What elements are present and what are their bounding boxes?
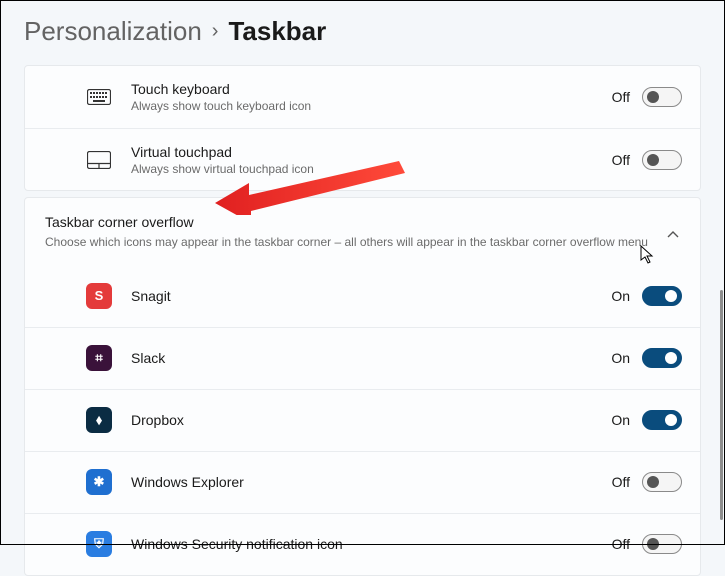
slack-icon: ⌗ xyxy=(86,345,112,371)
snagit-icon: S xyxy=(86,283,112,309)
keyboard-icon xyxy=(85,83,113,111)
app-label: Slack xyxy=(131,350,602,366)
toggle-windows-security[interactable] xyxy=(642,534,682,554)
section-title: Taskbar corner overflow xyxy=(45,214,652,230)
breadcrumb: Personalization › Taskbar xyxy=(24,16,701,47)
app-label: Windows Explorer xyxy=(131,474,602,490)
toggle-state-label: Off xyxy=(602,474,630,490)
bluetooth-icon: ✱ xyxy=(86,469,112,495)
row-subtitle: Always show touch keyboard icon xyxy=(131,99,602,113)
toggle-touch-keyboard[interactable] xyxy=(642,87,682,107)
toggle-virtual-touchpad[interactable] xyxy=(642,150,682,170)
row-app-slack[interactable]: ⌗ Slack On xyxy=(25,327,700,389)
scrollbar[interactable] xyxy=(720,290,723,520)
row-title: Virtual touchpad xyxy=(131,144,602,160)
app-label: Snagit xyxy=(131,288,602,304)
toggle-state-label: On xyxy=(602,350,630,366)
shield-icon: ⛨ xyxy=(86,531,112,557)
section-header-overflow[interactable]: Taskbar corner overflow Choose which ico… xyxy=(25,198,700,265)
app-label: Dropbox xyxy=(131,412,602,428)
dropbox-icon: ⬧ xyxy=(86,407,112,433)
taskbar-corner-overflow-panel: Taskbar corner overflow Choose which ico… xyxy=(24,197,701,576)
breadcrumb-parent[interactable]: Personalization xyxy=(24,16,202,47)
row-title: Touch keyboard xyxy=(131,81,602,97)
row-app-windows-security[interactable]: ⛨ Windows Security notification icon Off xyxy=(25,513,700,575)
chevron-right-icon: › xyxy=(212,20,219,43)
toggle-state-label: Off xyxy=(602,89,630,105)
taskbar-corner-icons-panel: Touch keyboard Always show touch keyboar… xyxy=(24,65,701,191)
toggle-state-label: On xyxy=(602,288,630,304)
toggle-snagit[interactable] xyxy=(642,286,682,306)
app-label: Windows Security notification icon xyxy=(131,536,602,552)
row-app-dropbox[interactable]: ⬧ Dropbox On xyxy=(25,389,700,451)
touchpad-icon xyxy=(85,146,113,174)
chevron-up-icon xyxy=(666,228,680,247)
row-touch-keyboard[interactable]: Touch keyboard Always show touch keyboar… xyxy=(25,66,700,128)
breadcrumb-current: Taskbar xyxy=(228,16,326,47)
toggle-slack[interactable] xyxy=(642,348,682,368)
toggle-state-label: On xyxy=(602,412,630,428)
toggle-windows-explorer[interactable] xyxy=(642,472,682,492)
row-subtitle: Always show virtual touchpad icon xyxy=(131,162,602,176)
row-app-windows-explorer[interactable]: ✱ Windows Explorer Off xyxy=(25,451,700,513)
toggle-state-label: Off xyxy=(602,152,630,168)
toggle-state-label: Off xyxy=(602,536,630,552)
row-app-snagit[interactable]: S Snagit On xyxy=(25,265,700,327)
row-virtual-touchpad[interactable]: Virtual touchpad Always show virtual tou… xyxy=(25,128,700,190)
toggle-dropbox[interactable] xyxy=(642,410,682,430)
section-description: Choose which icons may appear in the tas… xyxy=(45,234,652,251)
